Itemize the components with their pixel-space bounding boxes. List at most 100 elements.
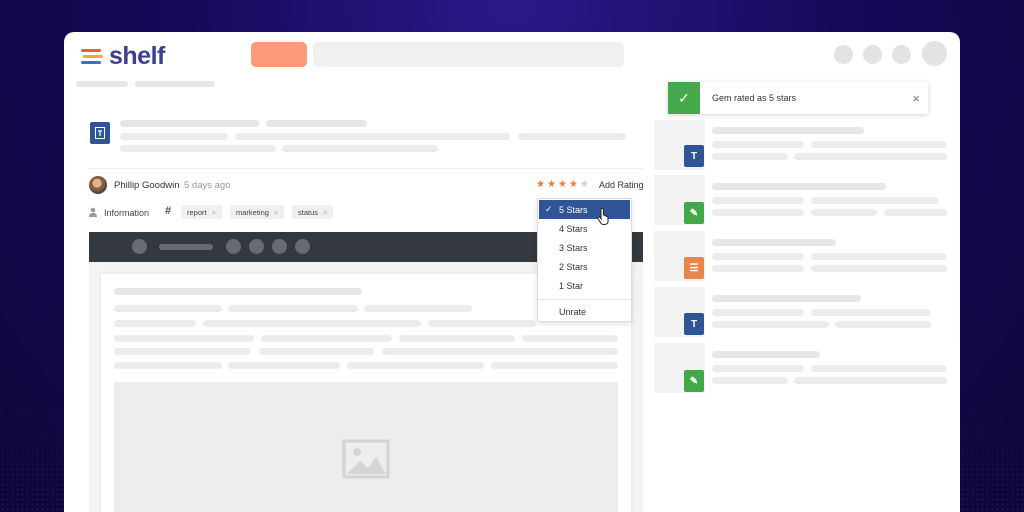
sidebar-item-text-placeholder — [712, 309, 804, 316]
close-icon[interactable]: × — [212, 208, 216, 217]
author-name[interactable]: Phillip Goodwin — [114, 180, 179, 191]
sidebar-item-text-placeholder — [811, 265, 947, 272]
sidebar-item-title-placeholder[interactable] — [712, 127, 864, 134]
document-icon: ✎ — [684, 370, 704, 392]
post-time: 5 days ago — [184, 180, 231, 191]
description-placeholder — [235, 133, 510, 140]
tag-report[interactable]: report × — [181, 205, 222, 219]
logo-text: shelf — [109, 42, 165, 70]
rating-option-1-star[interactable]: 1 Star — [539, 276, 630, 295]
close-icon[interactable]: × — [323, 208, 327, 217]
tag-marketing[interactable]: marketing × — [230, 205, 285, 219]
sidebar-item-text-placeholder — [811, 365, 947, 372]
page-text-placeholder — [522, 335, 618, 342]
star-icon[interactable]: ★ — [536, 179, 545, 190]
star-rating[interactable]: ★ ★ ★ ★ ★ — [536, 179, 589, 190]
chat-icon: ☰ — [684, 257, 704, 279]
orange-nav-button[interactable] — [251, 42, 307, 67]
star-icon[interactable]: ★ — [580, 179, 589, 190]
page-heading-placeholder — [114, 288, 362, 295]
sidebar-item-title-placeholder[interactable] — [712, 183, 886, 190]
unrate-option[interactable]: Unrate — [539, 302, 630, 321]
toast-message: Gem rated as 5 stars — [712, 93, 797, 103]
sidebar-item-text-placeholder — [712, 321, 829, 328]
toolbar-button[interactable] — [226, 239, 241, 254]
breadcrumb-placeholder[interactable] — [135, 81, 215, 87]
divider — [89, 168, 643, 169]
description-placeholder — [282, 145, 438, 152]
toolbar-button[interactable] — [132, 239, 147, 254]
sidebar-item-text-placeholder — [712, 265, 804, 272]
star-icon[interactable]: ★ — [547, 179, 556, 190]
breadcrumb-placeholder[interactable] — [76, 81, 128, 87]
rating-option-2-stars[interactable]: 2 Stars — [539, 257, 630, 276]
rating-option-5-stars[interactable]: ✓ 5 Stars — [539, 200, 630, 219]
page-text-placeholder — [203, 320, 421, 327]
close-icon[interactable]: × — [912, 91, 920, 106]
sidebar-item-text-placeholder — [811, 309, 931, 316]
sidebar-item-text-placeholder — [811, 197, 939, 204]
header-icon-3[interactable] — [892, 45, 911, 64]
page-text-placeholder — [491, 362, 618, 369]
page-text-placeholder — [347, 362, 484, 369]
sidebar-item-text-placeholder — [712, 209, 804, 216]
rating-option-label: 5 Stars — [559, 204, 588, 215]
page-text-placeholder — [364, 305, 472, 312]
add-rating-button[interactable]: Add Rating — [599, 180, 644, 190]
description-placeholder — [518, 133, 626, 140]
rating-option-3-stars[interactable]: 3 Stars — [539, 238, 630, 257]
image-placeholder-icon — [342, 439, 390, 479]
toolbar-button[interactable] — [295, 239, 310, 254]
rating-option-4-stars[interactable]: 4 Stars — [539, 219, 630, 238]
sidebar-item-text-placeholder — [712, 153, 788, 160]
rating-dropdown: ✓ 5 Stars 4 Stars 3 Stars 2 Stars 1 Star… — [537, 198, 632, 322]
page-text-placeholder — [114, 320, 196, 327]
sidebar-item-text-placeholder — [712, 141, 804, 148]
tag-label: report — [187, 207, 207, 217]
sidebar-item-text-placeholder — [884, 209, 947, 216]
rating-option-label: 4 Stars — [559, 223, 588, 234]
search-bar[interactable] — [313, 42, 624, 67]
header-icon-1[interactable] — [834, 45, 853, 64]
dropdown-divider — [538, 299, 631, 300]
description-placeholder — [120, 133, 228, 140]
sidebar-item-text-placeholder — [811, 209, 877, 216]
logo[interactable]: shelf — [81, 44, 165, 69]
hand-pointer-icon — [597, 208, 609, 225]
person-icon — [89, 207, 97, 217]
information-label[interactable]: Information — [104, 208, 149, 218]
sidebar-item-title-placeholder[interactable] — [712, 351, 820, 358]
sidebar-item-title-placeholder[interactable] — [712, 295, 861, 302]
image-placeholder — [114, 382, 618, 512]
sidebar-item-text-placeholder — [712, 377, 788, 384]
sidebar-item-text-placeholder — [712, 365, 804, 372]
check-icon: ✓ — [545, 204, 553, 214]
page-text-placeholder — [259, 348, 374, 355]
header-icon-2[interactable] — [863, 45, 882, 64]
page-text-placeholder — [428, 320, 536, 327]
document-icon — [90, 122, 110, 144]
tag-status[interactable]: status × — [292, 205, 334, 219]
close-icon[interactable]: × — [274, 208, 278, 217]
title-placeholder — [266, 120, 367, 127]
sidebar-item-text-placeholder — [835, 321, 931, 328]
author-avatar[interactable] — [89, 176, 107, 194]
page-text-placeholder — [228, 305, 358, 312]
toolbar-button[interactable] — [249, 239, 264, 254]
page-text-placeholder — [114, 348, 251, 355]
toolbar-button[interactable] — [272, 239, 287, 254]
document-icon: ✎ — [684, 202, 704, 224]
document-icon: T — [684, 145, 704, 167]
page-text-placeholder — [261, 335, 392, 342]
shelf-logo-icon — [81, 48, 103, 64]
star-icon[interactable]: ★ — [558, 179, 567, 190]
star-icon[interactable]: ★ — [569, 179, 578, 190]
user-avatar[interactable] — [922, 41, 947, 66]
toast-notification: ✓ Gem rated as 5 stars × — [668, 82, 928, 114]
app-window: shelf Phillip Goodwin 5 days ago ★ ★ ★ ★… — [64, 32, 960, 512]
document-icon: T — [684, 313, 704, 335]
tag-label: status — [298, 207, 319, 217]
unrate-label: Unrate — [559, 306, 587, 317]
sidebar-item-title-placeholder[interactable] — [712, 239, 836, 246]
check-icon: ✓ — [668, 82, 700, 114]
